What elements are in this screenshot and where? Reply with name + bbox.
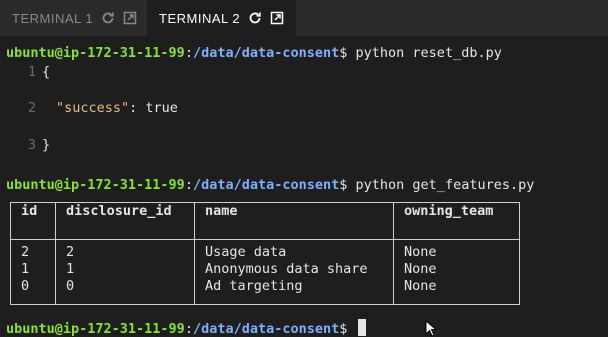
prompt-path: /data/data-consent <box>192 177 340 193</box>
table-header-row: id disclosure_id name owning_team <box>10 202 520 240</box>
features-table: id disclosure_id name owning_team 2 1 0 … <box>10 202 520 305</box>
column-header-owning-team: owning_team <box>393 202 520 240</box>
command-text: python get_features.py <box>347 177 535 193</box>
prompt-path: /data/data-consent <box>192 45 340 61</box>
prompt-separator: : <box>184 45 193 61</box>
prompt-line: ubuntu@ip-172-31-11-99:/data/data-consen… <box>6 43 502 63</box>
refresh-icon[interactable] <box>248 11 262 25</box>
popout-icon[interactable] <box>123 11 137 25</box>
json-line: 3} <box>6 135 50 155</box>
mouse-pointer-icon <box>425 320 437 337</box>
prompt-path: /data/data-consent <box>192 321 340 337</box>
cell-disclosure-id: 2 1 0 <box>55 239 195 305</box>
column-header-disclosure-id: disclosure_id <box>55 202 195 240</box>
refresh-icon[interactable] <box>101 11 115 25</box>
prompt-separator: : <box>184 177 193 193</box>
json-value: : true <box>129 100 178 116</box>
tab-label: TERMINAL 1 <box>12 10 94 26</box>
prompt-user: ubuntu@ip-172-31-11-99 <box>6 321 185 337</box>
text-cursor <box>357 319 366 336</box>
prompt-line: ubuntu@ip-172-31-11-99:/data/data-consen… <box>6 319 366 337</box>
json-text: { <box>42 64 51 80</box>
popout-icon[interactable] <box>270 11 284 25</box>
line-number: 1 <box>27 64 36 80</box>
terminal-output[interactable]: ubuntu@ip-172-31-11-99:/data/data-consen… <box>0 36 608 337</box>
line-number: 2 <box>27 100 36 116</box>
json-line: 2 "success": true <box>6 98 178 118</box>
prompt-user: ubuntu@ip-172-31-11-99 <box>6 45 185 61</box>
json-key: "success" <box>56 100 130 116</box>
column-header-id: id <box>10 202 56 240</box>
tab-label: TERMINAL 2 <box>159 10 241 26</box>
json-text: } <box>42 137 51 153</box>
tab-terminal-1[interactable]: TERMINAL 1 <box>0 0 149 36</box>
table-row: 2 1 0 2 1 0 Usage data Anonymous data sh… <box>10 239 520 305</box>
command-text: python reset_db.py <box>347 45 502 61</box>
column-header-name: name <box>194 202 394 240</box>
command-text <box>347 321 355 337</box>
prompt-line: ubuntu@ip-172-31-11-99:/data/data-consen… <box>6 175 534 195</box>
prompt-separator: : <box>184 321 193 337</box>
json-line: 1{ <box>6 62 50 82</box>
tab-terminal-2[interactable]: TERMINAL 2 <box>147 0 297 36</box>
cell-id: 2 1 0 <box>10 239 56 305</box>
terminal-tab-bar: TERMINAL 1 TERMINAL 2 <box>0 0 608 36</box>
cell-name: Usage data Anonymous data share Ad targe… <box>194 239 394 305</box>
prompt-user: ubuntu@ip-172-31-11-99 <box>6 177 185 193</box>
line-number: 3 <box>27 137 36 153</box>
cell-owning-team: None None None <box>393 239 520 305</box>
